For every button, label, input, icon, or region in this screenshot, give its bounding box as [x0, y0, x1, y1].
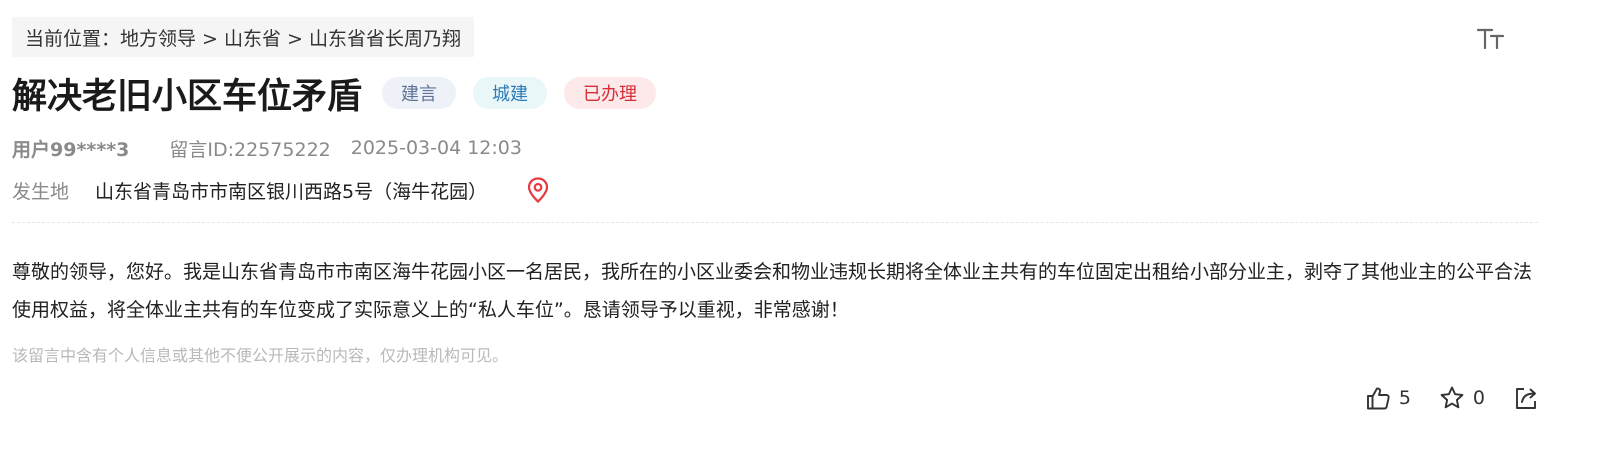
- like-count: 5: [1398, 387, 1411, 409]
- breadcrumb-text: 当前位置：地方领导 > 山东省 > 山东省省长周乃翔: [25, 27, 461, 50]
- divider: [12, 222, 1538, 223]
- location-value: 山东省青岛市市南区银川西路5号（海牛花园）: [95, 180, 488, 203]
- breadcrumb: 当前位置：地方领导 > 山东省 > 山东省省长周乃翔: [12, 17, 474, 57]
- page-title: 解决老旧小区车位矛盾: [12, 76, 363, 117]
- font-size-icon[interactable]: [1476, 24, 1508, 54]
- share-button[interactable]: [1513, 385, 1539, 411]
- category-tag: 城建: [473, 77, 548, 109]
- post-datetime: 2025-03-04 12:03: [350, 137, 522, 159]
- user-name: 用户99****3: [12, 138, 130, 161]
- action-bar: 5 0: [1365, 383, 1539, 413]
- location-label: 发生地: [12, 180, 70, 203]
- like-button[interactable]: 5: [1365, 385, 1411, 411]
- title-row: 解决老旧小区车位矛盾 建言 城建 已办理: [12, 68, 657, 118]
- type-tag: 建言: [382, 77, 457, 109]
- location-pin-icon[interactable]: [527, 177, 549, 203]
- location-row: 发生地 山东省青岛市市南区银川西路5号（海牛花园）: [12, 175, 549, 205]
- message-id: 留言ID:22575222: [169, 138, 331, 161]
- share-icon: [1516, 388, 1536, 409]
- thumbs-up-icon: [1366, 387, 1390, 410]
- message-body: 尊敬的领导，您好。我是山东省青岛市市南区海牛花园小区一名居民，我所在的小区业委会…: [12, 261, 1533, 321]
- meta-row: 用户99****3 留言ID:22575222 2025-03-04 12:03: [12, 134, 522, 162]
- star-icon: [1440, 386, 1464, 409]
- privacy-notice: 该留言中含有个人信息或其他不便公开展示的内容，仅办理机构可见。: [12, 346, 509, 365]
- message-detail-page: 当前位置：地方领导 > 山东省 > 山东省省长周乃翔 解决老旧小区车位矛盾 建言…: [0, 0, 1597, 461]
- favorite-count: 0: [1472, 387, 1485, 409]
- status-badge: 已办理: [564, 77, 657, 109]
- favorite-button[interactable]: 0: [1439, 385, 1485, 411]
